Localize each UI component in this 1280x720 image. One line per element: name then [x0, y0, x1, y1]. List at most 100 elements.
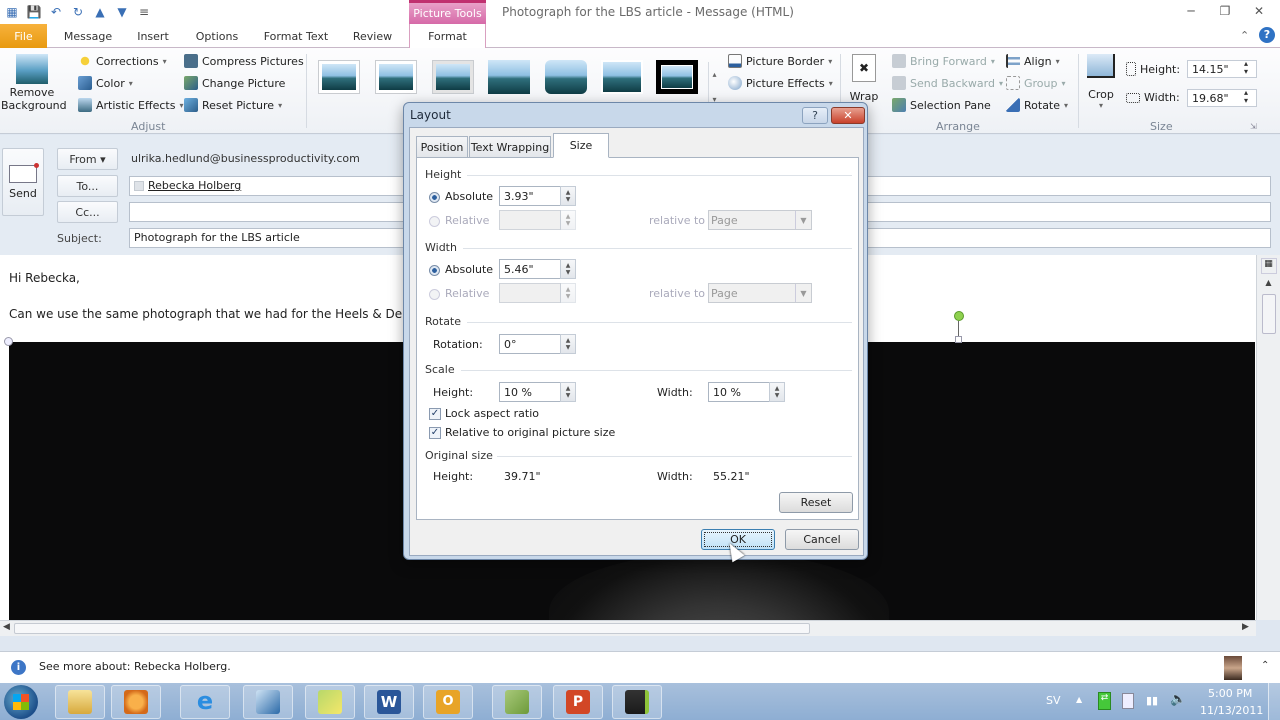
taskbar-outlook[interactable]: O — [423, 685, 473, 719]
customize-qat-icon[interactable]: ≡ — [136, 4, 152, 20]
lock-aspect-ratio-label[interactable]: Lock aspect ratio — [445, 407, 539, 420]
taskbar-publisher[interactable] — [492, 685, 542, 719]
tab-message[interactable]: Message — [57, 24, 119, 48]
taskbar-lync[interactable] — [243, 685, 293, 719]
reset-picture-button[interactable]: Reset Picture ▾ — [184, 98, 282, 112]
taskbar-word[interactable]: W — [364, 685, 414, 719]
send-backward-button[interactable]: Send Backward ▾ — [892, 76, 1003, 90]
tab-size[interactable]: Size — [553, 133, 609, 158]
scale-height-spinner[interactable]: ▲ ▼ — [560, 382, 576, 402]
rotation-input[interactable]: 0° — [499, 334, 561, 354]
close-button[interactable]: ✕ — [1246, 2, 1272, 20]
relative-original-size-checkbox[interactable]: ✓ — [429, 427, 441, 439]
cc-button[interactable]: Cc... — [57, 201, 118, 223]
rotation-spinner[interactable]: ▲ ▼ — [560, 334, 576, 354]
height-relative-to-select[interactable]: Page ▼ — [708, 210, 812, 230]
vertical-scroll-thumb[interactable] — [1261, 294, 1276, 334]
taskbar-media-player[interactable] — [111, 685, 161, 719]
width-absolute-radio[interactable] — [429, 265, 440, 276]
remove-background-button[interactable]: Remove Background — [1, 54, 67, 116]
horizontal-scroll-thumb[interactable] — [14, 623, 810, 634]
scale-width-spinner[interactable]: ▲ ▼ — [769, 382, 785, 402]
clock-date[interactable]: 11/13/2011 — [1200, 704, 1263, 717]
picture-effects-button[interactable]: Picture Effects ▾ — [728, 76, 833, 90]
tab-format[interactable]: Format — [409, 24, 486, 49]
minimize-button[interactable]: ─ — [1178, 2, 1204, 20]
power-icon[interactable] — [1122, 693, 1134, 709]
width-spinner[interactable]: ▴ ▾ — [1244, 89, 1248, 105]
redo-icon[interactable]: ↻ — [70, 4, 86, 20]
help-icon[interactable]: ? — [1259, 27, 1275, 43]
tab-format-text[interactable]: Format Text — [256, 24, 336, 48]
picture-border-button[interactable]: Picture Border ▾ — [728, 54, 832, 68]
picture-style-5[interactable] — [545, 60, 587, 94]
height-spinner[interactable]: ▴ ▾ — [1244, 60, 1248, 76]
start-button[interactable] — [4, 685, 38, 719]
send-button[interactable]: Send — [2, 148, 44, 216]
bring-forward-button[interactable]: Bring Forward ▾ — [892, 54, 995, 68]
rotation-handle[interactable] — [954, 311, 964, 321]
picture-style-1[interactable] — [318, 60, 360, 94]
size-dialog-launcher-icon[interactable]: ⇲ — [1250, 122, 1257, 131]
recipient-name[interactable]: Rebecka Holberg — [148, 179, 241, 192]
color-button[interactable]: Color ▾ — [78, 76, 133, 90]
width-absolute-input[interactable]: 5.46" — [499, 259, 561, 279]
taskbar-explorer[interactable] — [55, 685, 105, 719]
down-icon[interactable]: ▼ — [114, 4, 130, 20]
tab-position[interactable]: Position — [416, 136, 468, 158]
save-icon[interactable]: 💾 — [26, 4, 42, 20]
undo-icon[interactable]: ↶ — [48, 4, 64, 20]
change-picture-button[interactable]: Change Picture — [184, 76, 285, 90]
picture-style-2[interactable] — [375, 60, 417, 94]
selection-pane-button[interactable]: Selection Pane — [892, 98, 991, 112]
group-button[interactable]: Group ▾ — [1006, 76, 1066, 90]
taskbar-camtasia[interactable] — [612, 685, 662, 719]
clock-time[interactable]: 5:00 PM — [1208, 687, 1252, 700]
lock-aspect-ratio-checkbox[interactable]: ✓ — [429, 408, 441, 420]
expand-people-pane-icon[interactable]: ⌃ — [1261, 660, 1269, 671]
reset-button[interactable]: Reset — [779, 492, 853, 513]
horizontal-scrollbar[interactable]: ◀ ▶ — [0, 620, 1256, 636]
tab-review[interactable]: Review — [345, 24, 400, 48]
corrections-button[interactable]: Corrections ▾ — [78, 54, 167, 68]
dialog-close-button[interactable]: ✕ — [831, 107, 865, 124]
show-desktop-button[interactable] — [1268, 683, 1280, 720]
see-more-about-link[interactable]: See more about: Rebecka Holberg. — [39, 660, 231, 673]
height-absolute-spinner[interactable]: ▲ ▼ — [560, 186, 576, 206]
height-relative-radio[interactable] — [429, 216, 440, 227]
tab-options[interactable]: Options — [187, 24, 247, 48]
resize-handle-top[interactable] — [955, 336, 962, 343]
picture-style-4[interactable] — [488, 60, 530, 94]
scale-width-input[interactable]: 10 % — [708, 382, 770, 402]
scroll-left-icon[interactable]: ◀ — [3, 622, 10, 632]
show-hidden-icons[interactable]: ▲ — [1076, 695, 1082, 704]
artistic-effects-button[interactable]: Artistic Effects ▾ — [78, 98, 183, 112]
vertical-scrollbar[interactable]: ▦ ▲ — [1256, 255, 1280, 620]
scroll-up-icon[interactable]: ▲ — [1261, 278, 1277, 292]
align-button[interactable]: Align ▾ — [1006, 54, 1060, 68]
tab-text-wrapping[interactable]: Text Wrapping — [469, 136, 551, 158]
minimize-ribbon-icon[interactable]: ⌃ — [1240, 29, 1249, 42]
width-absolute-spinner[interactable]: ▲ ▼ — [560, 259, 576, 279]
to-button[interactable]: To... — [57, 175, 118, 197]
rotate-button[interactable]: Rotate ▾ — [1006, 98, 1068, 112]
height-absolute-input[interactable]: 3.93" — [499, 186, 561, 206]
taskbar-powerpoint[interactable]: P — [553, 685, 603, 719]
volume-icon[interactable]: 🔈 — [1170, 692, 1186, 707]
picture-style-7[interactable] — [656, 60, 698, 94]
network-icon[interactable]: ▮▮ — [1146, 694, 1158, 707]
taskbar-sticky-notes[interactable] — [305, 685, 355, 719]
resize-handle-top-left[interactable] — [4, 337, 13, 346]
page-view-icon[interactable]: ▦ — [1260, 258, 1277, 274]
relative-original-size-label[interactable]: Relative to original picture size — [445, 426, 615, 439]
tab-insert[interactable]: Insert — [128, 24, 178, 48]
tab-file[interactable]: File — [0, 24, 47, 48]
height-relative-spinner[interactable]: ▲ ▼ — [560, 210, 576, 230]
scale-height-input[interactable]: 10 % — [499, 382, 561, 402]
height-absolute-radio[interactable] — [429, 192, 440, 203]
picture-style-6[interactable] — [601, 60, 643, 94]
restore-button[interactable]: ❐ — [1212, 2, 1238, 20]
width-relative-spinner[interactable]: ▲ ▼ — [560, 283, 576, 303]
width-relative-to-select[interactable]: Page ▼ — [708, 283, 812, 303]
picture-style-3[interactable] — [432, 60, 474, 94]
